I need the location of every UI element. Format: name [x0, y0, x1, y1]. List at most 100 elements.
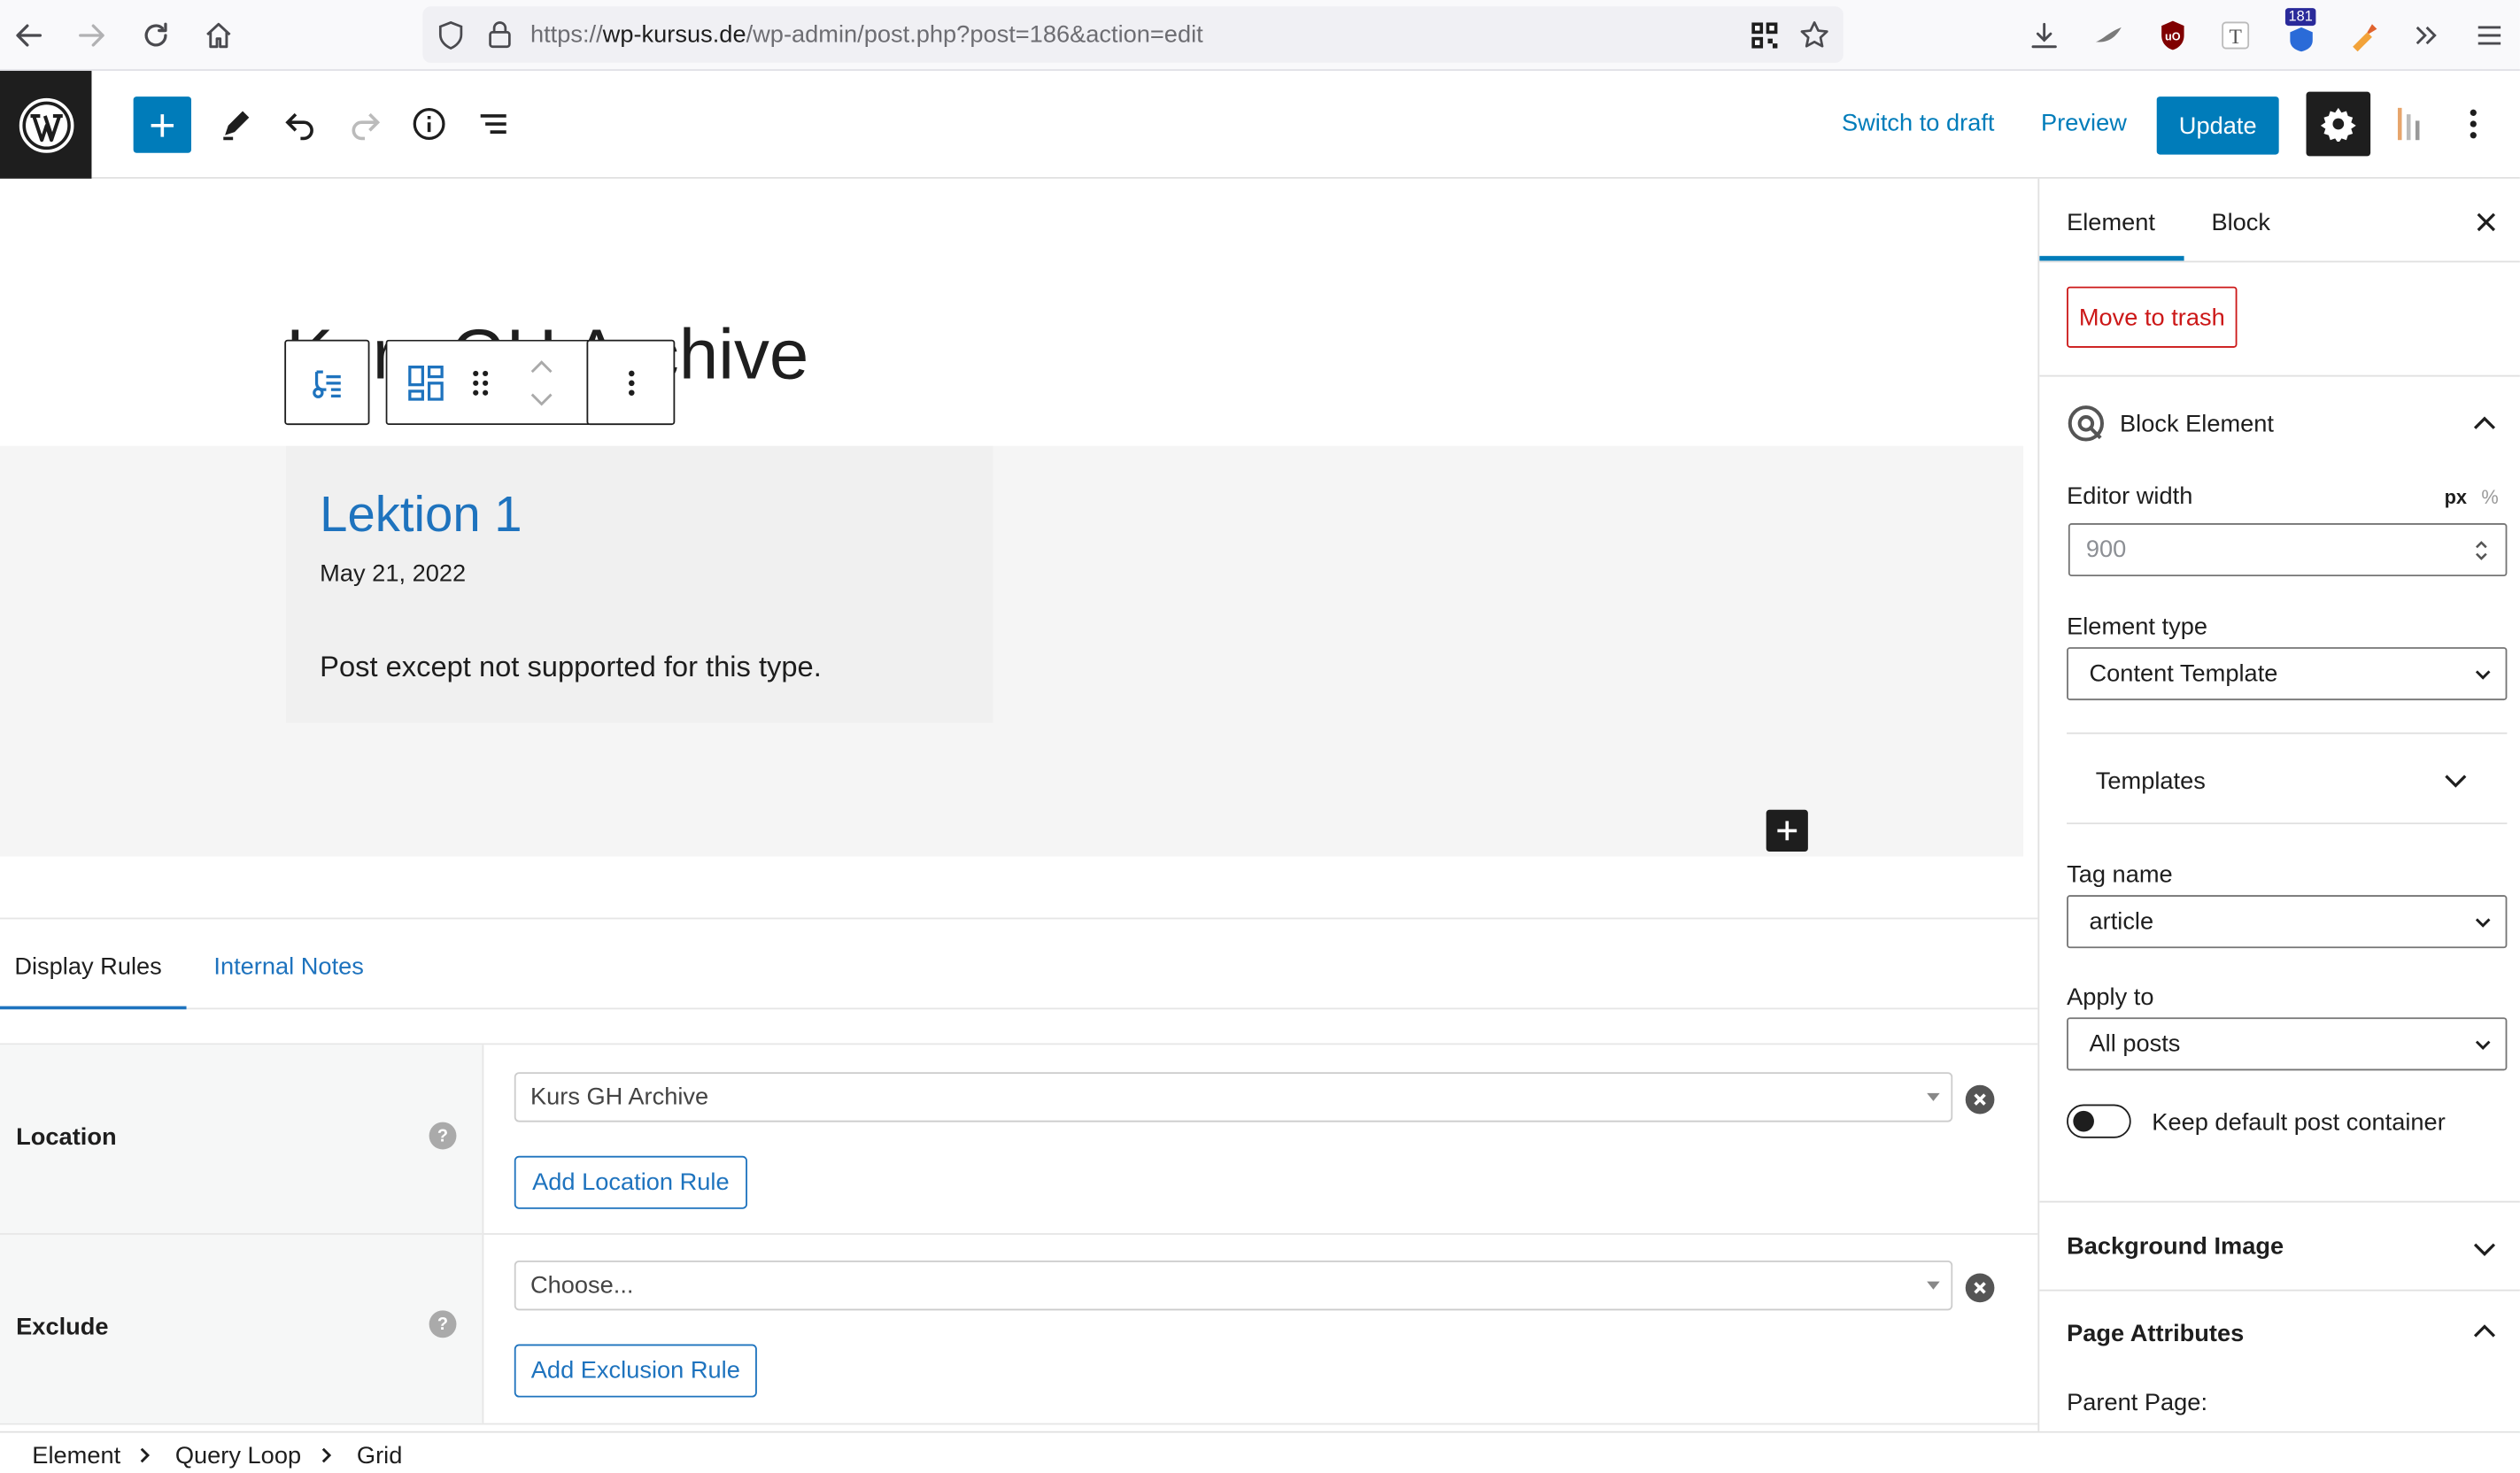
options-button[interactable] [2453, 103, 2494, 144]
editor-canvas: Kurs GH Archive Lektion 1 May 21, 2022 P… [0, 178, 2038, 1433]
chevron-down-icon [2445, 775, 2467, 788]
keep-container-toggle[interactable] [2067, 1104, 2131, 1138]
address-bar[interactable]: https://wp-kursus.de/wp-admin/post.php?p… [422, 6, 1844, 63]
settings-sidebar: Element Block Move to trash Block Elemen… [2037, 178, 2520, 1431]
text-extension-icon[interactable]: T [2218, 18, 2253, 53]
exclude-select-placeholder: Choose... [530, 1271, 634, 1299]
divider [2039, 374, 2520, 377]
home-icon[interactable] [201, 18, 236, 53]
color-picker-extension-icon[interactable] [2346, 18, 2382, 53]
post-card-date: May 21, 2022 [320, 559, 467, 588]
block-element-title[interactable]: Block Element [2120, 411, 2274, 438]
location-label-cell: Location ? [0, 1045, 484, 1234]
background-image-panel[interactable]: Background Image [2067, 1233, 2284, 1261]
metabox-tabs: Display Rules Internal Notes [0, 917, 2038, 1010]
preview-button[interactable]: Preview [2041, 110, 2127, 137]
block-options-button[interactable] [586, 339, 676, 426]
tab-block[interactable]: Block [2211, 209, 2270, 236]
remove-exclusion-icon[interactable] [1965, 1273, 1995, 1303]
templates-panel[interactable]: Templates [2067, 732, 2508, 825]
list-view-icon [480, 114, 506, 134]
extension-bird-icon[interactable] [2091, 18, 2126, 53]
unit-px[interactable]: px [2445, 486, 2467, 508]
unit-percent[interactable]: % [2481, 486, 2498, 508]
vertical-ellipsis-icon [629, 370, 635, 397]
post-card-title[interactable]: Lektion 1 [320, 486, 522, 544]
tools-edit-button[interactable] [215, 103, 257, 144]
post-card-excerpt: Post except not supported for this type. [320, 650, 822, 683]
switch-to-draft-button[interactable]: Switch to draft [1842, 110, 1995, 137]
overflow-chevrons-icon[interactable] [2409, 18, 2445, 53]
vertical-ellipsis-icon [2470, 109, 2477, 139]
breadcrumb-element[interactable]: Element [32, 1442, 120, 1469]
tab-display-rules[interactable]: Display Rules [14, 953, 161, 981]
add-block-button[interactable] [133, 96, 191, 153]
bookmark-star-icon[interactable] [1798, 19, 1830, 51]
divider [2039, 1200, 2520, 1203]
toggle-knob [2073, 1110, 2094, 1132]
tag-name-select[interactable]: article [2067, 895, 2508, 949]
move-up-icon[interactable] [529, 358, 554, 377]
extension-badge-icon[interactable]: 181 [2284, 8, 2319, 53]
plugin-bars-button[interactable] [2388, 103, 2430, 144]
shield-icon[interactable] [437, 20, 465, 50]
reload-icon[interactable] [138, 18, 174, 53]
pencil-icon [223, 111, 250, 141]
editor-width-label: Editor width [2067, 482, 2193, 511]
ublock-icon[interactable]: uO [2155, 18, 2191, 53]
breadcrumb-grid[interactable]: Grid [357, 1442, 402, 1469]
block-type-group [385, 339, 591, 426]
settings-button[interactable] [2306, 91, 2371, 157]
undo-button[interactable] [280, 103, 321, 144]
chevron-down-icon[interactable] [2470, 1235, 2500, 1264]
block-toolbar [284, 339, 676, 426]
drag-handle-icon[interactable] [471, 367, 491, 399]
editor-width-value: 900 [2085, 536, 2127, 564]
breadcrumb-query-loop[interactable]: Query Loop [175, 1442, 301, 1469]
undo-icon [285, 112, 313, 141]
post-card[interactable]: Lektion 1 May 21, 2022 Post except not s… [286, 445, 993, 723]
details-button[interactable] [408, 103, 450, 144]
editor-header: Switch to draft Preview Update [0, 71, 2520, 179]
plugin-bars-icon [2397, 107, 2420, 141]
url-domain: wp-kursus.de [602, 20, 746, 49]
tab-internal-notes[interactable]: Internal Notes [213, 953, 364, 981]
exclude-select[interactable]: Choose... [514, 1260, 1953, 1311]
add-exclusion-rule-button[interactable]: Add Exclusion Rule [514, 1344, 757, 1398]
spinner-arrows-icon[interactable] [2473, 539, 2489, 561]
plus-icon [151, 113, 174, 136]
location-select[interactable]: Kurs GH Archive [514, 1072, 1953, 1122]
qr-code-icon[interactable] [1751, 21, 1780, 50]
element-type-select[interactable]: Content Template [2067, 647, 2508, 701]
chevron-up-icon[interactable] [2470, 409, 2500, 438]
move-to-trash-button[interactable]: Move to trash [2067, 286, 2238, 348]
apply-to-label: Apply to [2067, 983, 2154, 1012]
redo-button[interactable] [344, 103, 385, 144]
help-icon[interactable]: ? [429, 1122, 457, 1150]
forward-icon[interactable] [73, 18, 109, 53]
tab-element[interactable]: Element [2067, 209, 2155, 236]
editor-width-input[interactable]: 900 [2068, 523, 2508, 577]
move-down-icon[interactable] [529, 389, 554, 409]
list-view-button[interactable] [473, 103, 514, 144]
apply-to-select[interactable]: All posts [2067, 1017, 2508, 1071]
block-parent-button[interactable] [284, 339, 370, 426]
downloads-icon[interactable] [2027, 18, 2062, 53]
page-attributes-panel[interactable]: Page Attributes [2067, 1320, 2244, 1347]
parent-page-label: Parent Page: [2067, 1389, 2208, 1417]
query-loop-grid[interactable]: Lektion 1 May 21, 2022 Post except not s… [0, 445, 2024, 857]
lock-icon[interactable] [487, 19, 513, 49]
browser-toolbar: https://wp-kursus.de/wp-admin/post.php?p… [0, 0, 2520, 72]
close-icon[interactable] [2475, 211, 2497, 233]
dropdown-caret-icon [1927, 1092, 1940, 1101]
block-inserter-button[interactable] [1766, 809, 1808, 852]
grid-icon[interactable] [406, 364, 445, 403]
back-icon[interactable] [12, 18, 47, 53]
app-menu-icon[interactable] [2471, 18, 2507, 53]
add-location-rule-button[interactable]: Add Location Rule [514, 1155, 747, 1209]
remove-location-icon[interactable] [1965, 1084, 1995, 1114]
help-icon[interactable]: ? [429, 1310, 457, 1338]
update-button[interactable]: Update [2156, 96, 2279, 155]
chevron-up-icon[interactable] [2470, 1317, 2500, 1346]
wordpress-logo-icon[interactable] [0, 71, 92, 179]
